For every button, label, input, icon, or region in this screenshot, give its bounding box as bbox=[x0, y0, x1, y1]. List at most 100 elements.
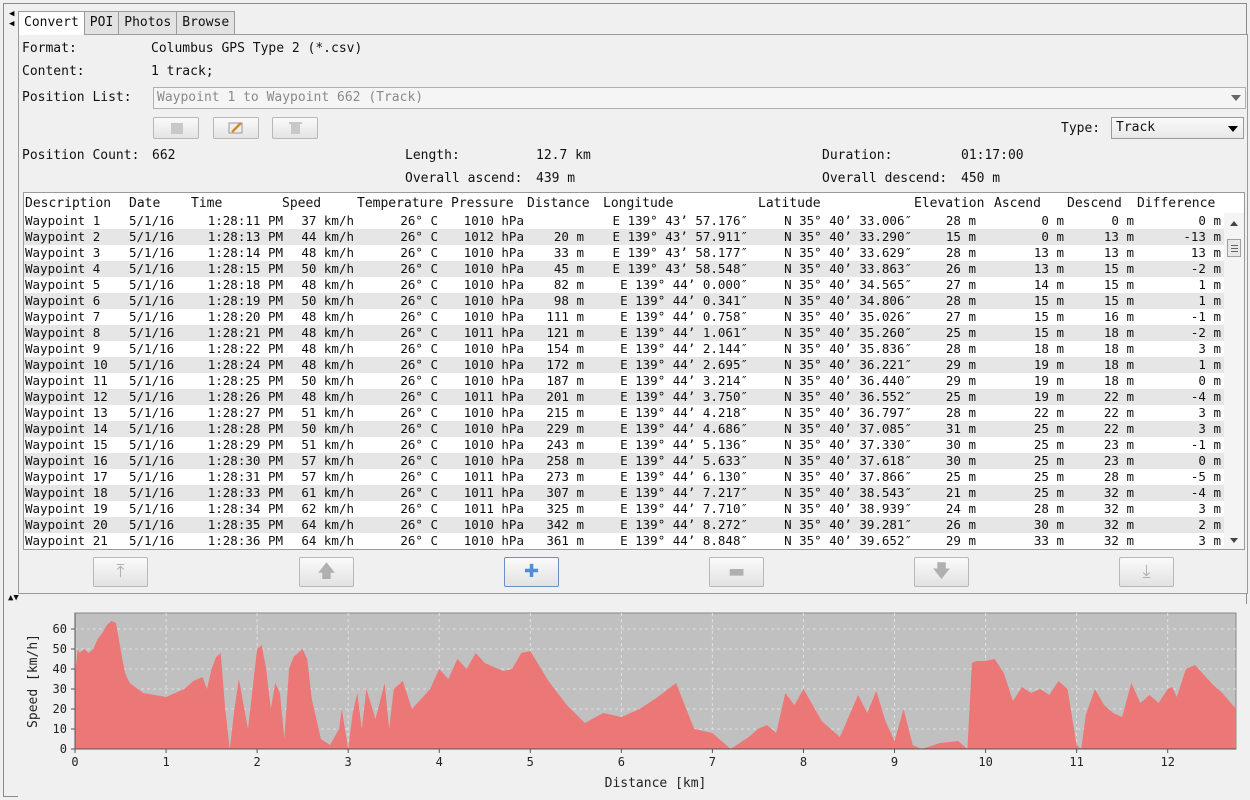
scroll-thumb[interactable] bbox=[1227, 239, 1241, 257]
col-longitude[interactable]: Longitude bbox=[603, 196, 673, 211]
cell-speed: 50 km/h bbox=[301, 421, 354, 436]
cell-latitude: N 35° 40’ 39.281″ bbox=[784, 517, 912, 532]
cell-elevation: 21 m bbox=[945, 485, 976, 500]
speed-chart-svg: 0 1 2 3 4 5 6 7 8 9 10 11 120102030405060Distance [k… bbox=[26, 612, 1237, 791]
col-description[interactable]: Description bbox=[25, 196, 111, 211]
table-row[interactable]: Waypoint 9 5/1/16 1:28:22 PM 48 km/h 26° C 10… bbox=[24, 341, 1224, 357]
collapse-arrows-icon[interactable]: ◀ ◀ bbox=[9, 9, 17, 29]
table-row[interactable]: Waypoint 15 5/1/16 1:28:29 PM 51 km/h 26° C 1… bbox=[24, 437, 1224, 453]
table-row[interactable]: Waypoint 20 5/1/16 1:28:35 PM 64 km/h 26° C 1… bbox=[24, 517, 1224, 533]
cell-time: 1:28:30 PM bbox=[207, 453, 283, 468]
cell-description: Waypoint 16 bbox=[25, 453, 108, 468]
stop-button[interactable] bbox=[153, 117, 199, 139]
table-row[interactable]: Waypoint 2 5/1/16 1:28:13 PM 44 km/h 26° C 10… bbox=[24, 229, 1224, 245]
cell-date: 5/1/16 bbox=[129, 453, 175, 468]
scroll-up-icon[interactable] bbox=[1230, 221, 1238, 226]
table-row[interactable]: Waypoint 19 5/1/16 1:28:34 PM 62 km/h 26° C 1… bbox=[24, 501, 1224, 517]
table-row[interactable]: Waypoint 4 5/1/16 1:28:15 PM 50 km/h 26° C 10… bbox=[24, 261, 1224, 277]
cell-description: Waypoint 10 bbox=[25, 357, 108, 372]
x-tick-label: 7 bbox=[709, 755, 716, 769]
chevron-down-icon bbox=[1231, 95, 1241, 101]
cell-latitude: N 35° 40’ 38.939″ bbox=[784, 501, 912, 516]
tab-convert[interactable]: Convert bbox=[18, 11, 85, 35]
col-elevation[interactable]: Elevation bbox=[914, 196, 984, 211]
cell-time: 1:28:19 PM bbox=[207, 293, 283, 308]
scroll-down-icon[interactable] bbox=[1230, 538, 1238, 543]
position-list-select[interactable]: Waypoint 1 to Waypoint 662 (Track) bbox=[153, 87, 1246, 109]
cell-difference: 0 m bbox=[1198, 373, 1221, 388]
table-row[interactable]: Waypoint 5 5/1/16 1:28:18 PM 48 km/h 26° C 10… bbox=[24, 277, 1224, 293]
table-row[interactable]: Waypoint 14 5/1/16 1:28:28 PM 50 km/h 26° C 1… bbox=[24, 421, 1224, 437]
col-ascend[interactable]: Ascend bbox=[994, 196, 1041, 211]
cell-description: Waypoint 18 bbox=[25, 485, 108, 500]
table-row[interactable]: Waypoint 7 5/1/16 1:28:20 PM 48 km/h 26° C 10… bbox=[24, 309, 1224, 325]
table-row[interactable]: Waypoint 17 5/1/16 1:28:31 PM 57 km/h 26° C 1… bbox=[24, 469, 1224, 485]
tab-photos[interactable]: Photos bbox=[118, 11, 178, 34]
length-value: 12.7 km bbox=[536, 148, 591, 163]
waypoint-table[interactable]: Description Date Time Speed Temperature … bbox=[23, 192, 1245, 550]
move-up-button[interactable]: 🡅 bbox=[299, 557, 354, 587]
edit-button[interactable] bbox=[213, 117, 259, 139]
cell-time: 1:28:29 PM bbox=[207, 437, 283, 452]
cell-descend: 32 m bbox=[1103, 501, 1134, 516]
y-tick-label: 50 bbox=[53, 642, 67, 656]
move-down-icon: 🡇 bbox=[932, 561, 951, 582]
cell-description: Waypoint 5 bbox=[25, 277, 101, 292]
table-row[interactable]: Waypoint 10 5/1/16 1:28:24 PM 48 km/h 26° C 1… bbox=[24, 357, 1224, 373]
cell-date: 5/1/16 bbox=[129, 421, 175, 436]
tab-poi[interactable]: POI bbox=[83, 11, 120, 34]
cell-descend: 18 m bbox=[1103, 341, 1134, 356]
move-down-button[interactable]: 🡇 bbox=[914, 557, 969, 587]
cell-descend: 28 m bbox=[1103, 469, 1134, 484]
col-time[interactable]: Time bbox=[191, 196, 222, 211]
table-row[interactable]: Waypoint 12 5/1/16 1:28:26 PM 48 km/h 26° C 1… bbox=[24, 389, 1224, 405]
table-row[interactable]: Waypoint 18 5/1/16 1:28:33 PM 61 km/h 26° C 1… bbox=[24, 485, 1224, 501]
table-row[interactable]: Waypoint 13 5/1/16 1:28:27 PM 51 km/h 26° C 1… bbox=[24, 405, 1224, 421]
cell-latitude: N 35° 40’ 35.836″ bbox=[784, 341, 912, 356]
table-row[interactable]: Waypoint 1 5/1/16 1:28:11 PM 37 km/h 26° C 10… bbox=[24, 213, 1224, 229]
cell-speed: 61 km/h bbox=[301, 485, 354, 500]
cell-pressure: 1010 hPa bbox=[463, 277, 524, 292]
cell-temperature: 26° C bbox=[400, 421, 438, 436]
cell-description: Waypoint 14 bbox=[25, 421, 108, 436]
table-row[interactable]: Waypoint 8 5/1/16 1:28:21 PM 48 km/h 26° C 10… bbox=[24, 325, 1224, 341]
cell-difference: 13 m bbox=[1190, 245, 1221, 260]
cell-description: Waypoint 1 bbox=[25, 213, 101, 228]
col-latitude[interactable]: Latitude bbox=[758, 196, 821, 211]
splitter-arrows-icon[interactable]: ▲▼ bbox=[8, 594, 19, 603]
col-distance[interactable]: Distance bbox=[527, 196, 590, 211]
move-top-button[interactable]: ⤒ bbox=[93, 557, 148, 587]
length-label: Length: bbox=[405, 148, 460, 163]
col-difference[interactable]: Difference bbox=[1137, 196, 1215, 211]
cell-longitude: E 139° 44’ 8.848″ bbox=[620, 533, 748, 548]
remove-button[interactable]: ▬ bbox=[709, 557, 764, 587]
col-date[interactable]: Date bbox=[129, 196, 160, 211]
table-row[interactable]: Waypoint 6 5/1/16 1:28:19 PM 50 km/h 26° C 10… bbox=[24, 293, 1224, 309]
cell-longitude: E 139° 44’ 8.272″ bbox=[620, 517, 748, 532]
cell-longitude: E 139° 44’ 0.341″ bbox=[620, 293, 748, 308]
cell-description: Waypoint 8 bbox=[25, 325, 101, 340]
table-row[interactable]: Waypoint 3 5/1/16 1:28:14 PM 48 km/h 26° C 10… bbox=[24, 245, 1224, 261]
cell-speed: 57 km/h bbox=[301, 469, 354, 484]
delete-button[interactable] bbox=[272, 117, 318, 139]
cell-temperature: 26° C bbox=[400, 389, 438, 404]
cell-ascend: 30 m bbox=[1033, 517, 1064, 532]
move-bottom-button[interactable]: ⤓ bbox=[1119, 557, 1174, 587]
table-row[interactable]: Waypoint 16 5/1/16 1:28:30 PM 57 km/h 26° C 1… bbox=[24, 453, 1224, 469]
cell-latitude: N 35° 40’ 36.552″ bbox=[784, 389, 912, 404]
cell-descend: 32 m bbox=[1103, 485, 1134, 500]
col-pressure[interactable]: Pressure bbox=[451, 196, 514, 211]
type-select[interactable]: Track bbox=[1111, 117, 1244, 139]
cell-elevation: 26 m bbox=[945, 517, 976, 532]
table-scrollbar[interactable] bbox=[1224, 213, 1244, 549]
table-row[interactable]: Waypoint 21 5/1/16 1:28:36 PM 64 km/h 26° C 1… bbox=[24, 533, 1224, 549]
tab-browse[interactable]: Browse bbox=[176, 11, 236, 34]
col-descend[interactable]: Descend bbox=[1067, 196, 1122, 211]
stop-icon bbox=[171, 123, 183, 134]
col-temperature[interactable]: Temperature bbox=[357, 196, 443, 211]
cell-descend: 15 m bbox=[1103, 293, 1134, 308]
add-button[interactable]: ✚ bbox=[504, 557, 559, 587]
cell-elevation: 25 m bbox=[945, 389, 976, 404]
col-speed[interactable]: Speed bbox=[282, 196, 321, 211]
table-row[interactable]: Waypoint 11 5/1/16 1:28:25 PM 50 km/h 26° C 1… bbox=[24, 373, 1224, 389]
